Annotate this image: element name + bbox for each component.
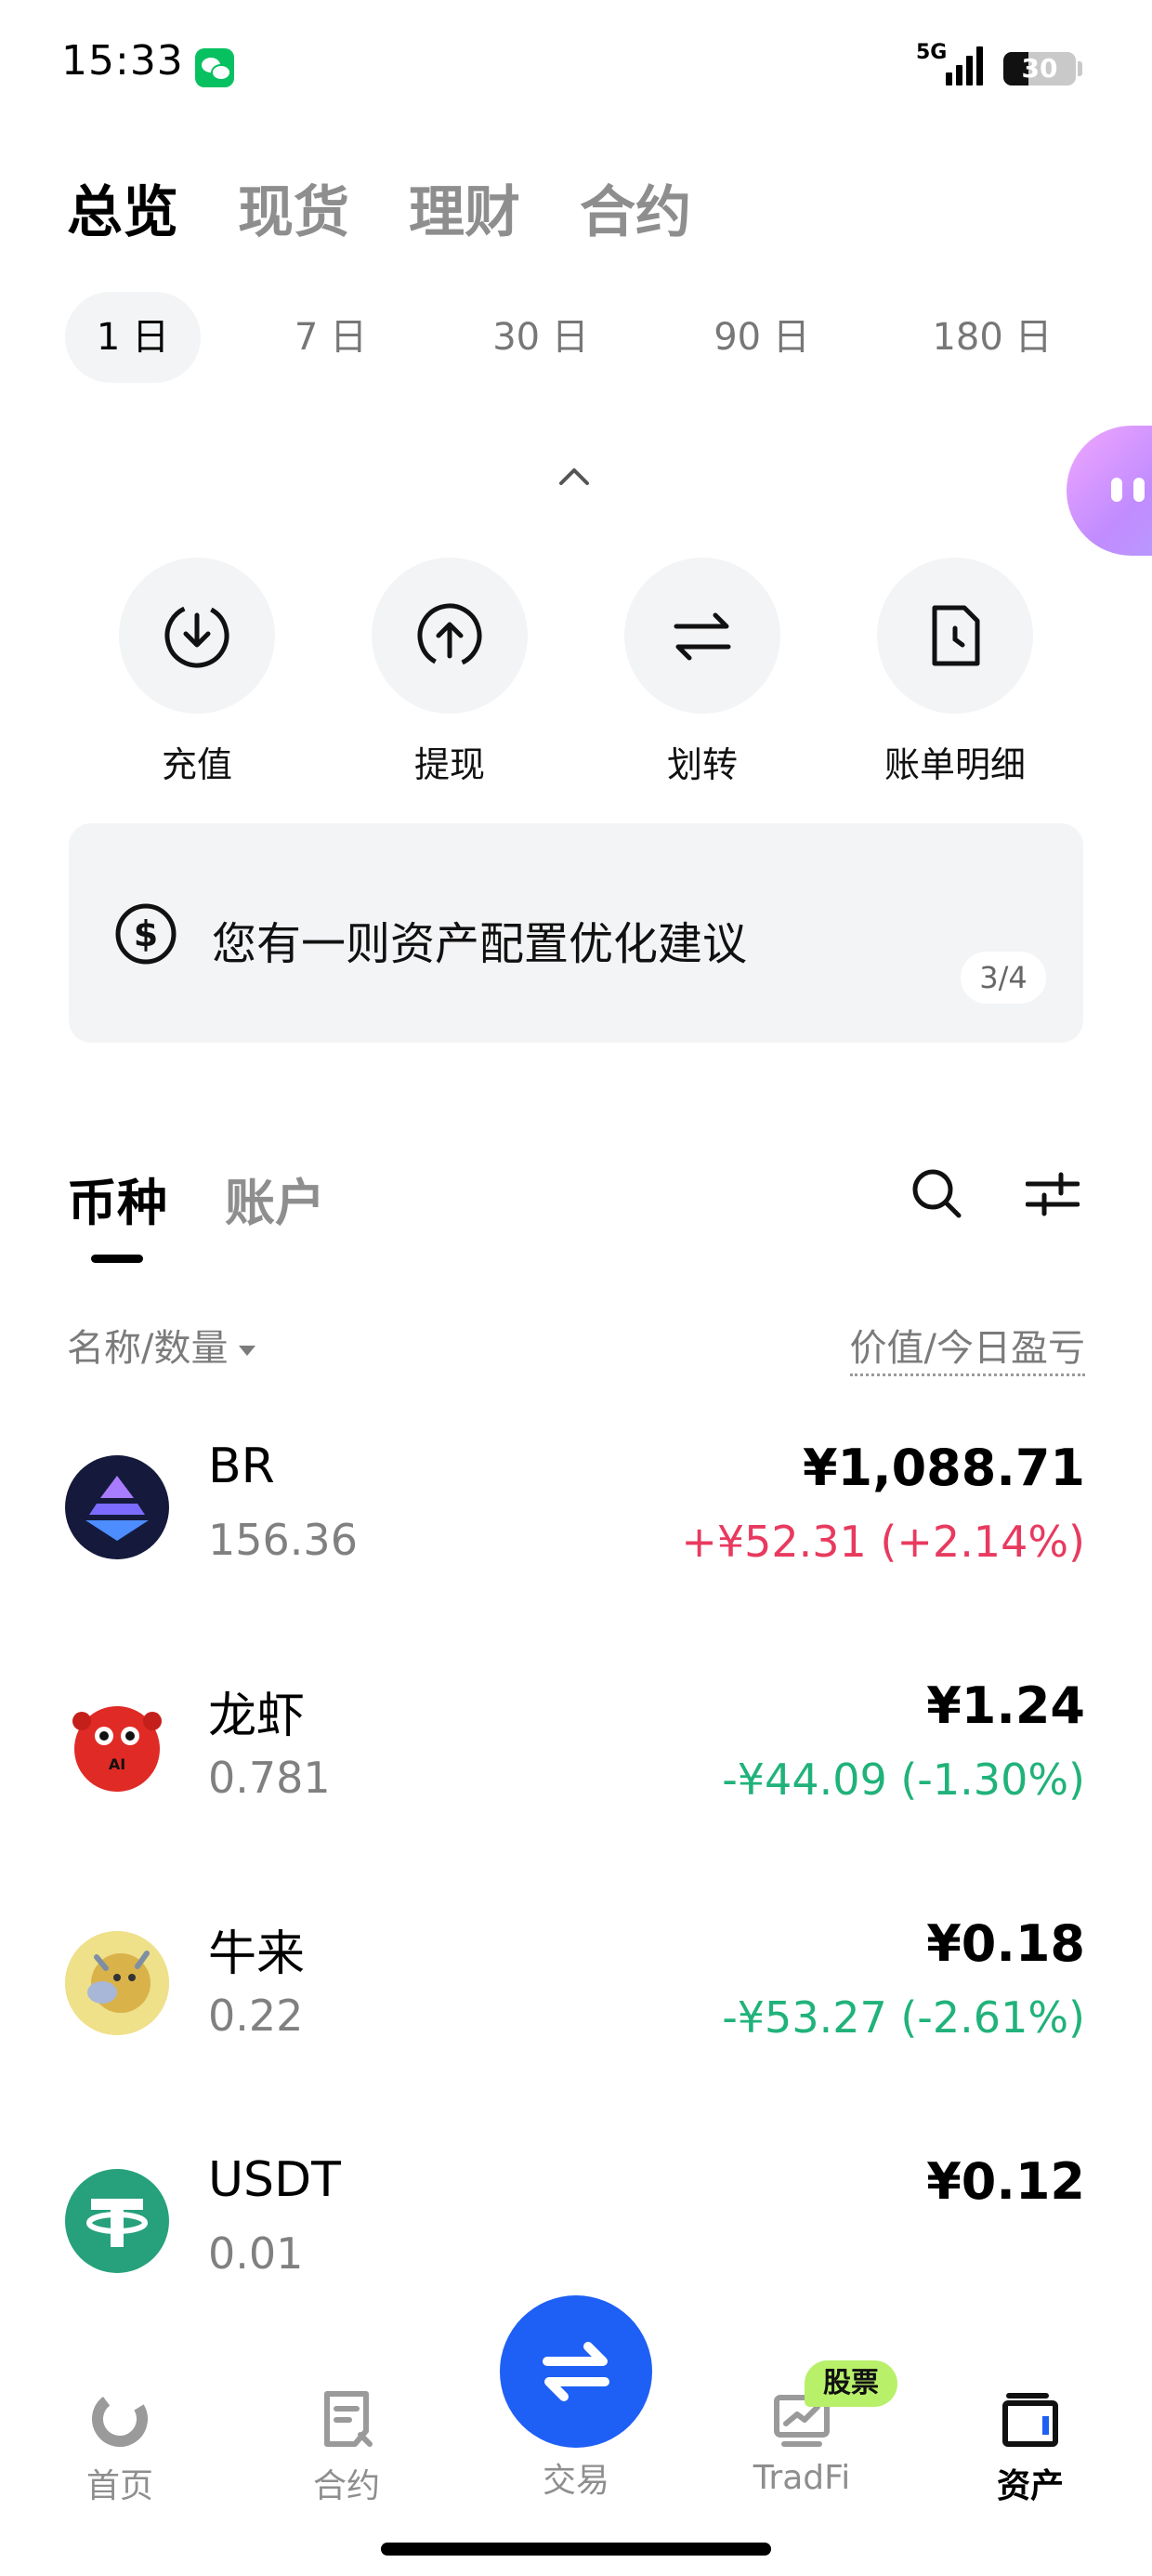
period-7d[interactable]: 7 日 <box>266 292 396 383</box>
br-logo <box>65 1455 169 1559</box>
list-item[interactable]: AI 龙虾 0.781 ¥1.24 -¥44.09 (-1.30%) <box>0 1676 1152 1844</box>
usdt-logo <box>65 2169 169 2273</box>
chevron-up-icon[interactable] <box>557 461 591 494</box>
svg-text:AI: AI <box>109 1755 125 1773</box>
caret-down-icon <box>239 1345 256 1356</box>
contract-icon <box>324 2391 373 2447</box>
coin-name: USDT <box>208 2152 341 2208</box>
trade-button[interactable] <box>500 2295 652 2448</box>
coin-quantity: 0.01 <box>208 2228 304 2279</box>
bill-details-label: 账单明细 <box>884 744 1026 785</box>
coin-quantity: 0.22 <box>208 1991 304 2041</box>
battery-tip <box>1078 61 1082 76</box>
signal-icon <box>946 46 985 85</box>
coin-quantity: 0.781 <box>208 1753 331 1803</box>
battery-icon: 30 <box>1003 52 1076 85</box>
coin-value: ¥0.18 <box>926 1914 1085 1973</box>
status-time: 15:33 <box>61 37 184 85</box>
top-tabs: 总览 现货 理财 合约 <box>67 167 691 248</box>
withdraw-label: 提现 <box>413 744 485 785</box>
coin-value: ¥1.24 <box>926 1676 1085 1735</box>
transfer-button[interactable]: 划转 <box>609 558 795 787</box>
bill-icon <box>932 605 980 666</box>
swap-icon <box>543 2342 609 2401</box>
wechat-icon <box>195 48 234 87</box>
coin-pnl: -¥53.27 (-2.61%) <box>722 1992 1085 2043</box>
sort-by-name[interactable]: 名称/数量 <box>67 1318 256 1372</box>
nav-futures[interactable]: 合约 <box>268 2388 425 2507</box>
coin-value: ¥0.12 <box>926 2152 1085 2211</box>
svg-text:$: $ <box>134 913 158 954</box>
tab-futures[interactable]: 合约 <box>580 167 691 248</box>
tab-earn[interactable]: 理财 <box>409 167 520 248</box>
coin-pnl: +¥52.31 (+2.14%) <box>681 1517 1085 1567</box>
coin-name: 龙虾 <box>208 1689 306 1744</box>
lobster-coin-icon: AI <box>72 1706 162 1792</box>
search-icon[interactable] <box>909 1165 964 1221</box>
period-180d[interactable]: 180 日 <box>907 292 1078 383</box>
nav-trade-label: 交易 <box>542 2462 609 2500</box>
bull-coin-icon <box>65 1931 169 2035</box>
nav-futures-label: 合约 <box>312 2467 380 2505</box>
banner-text: 您有一则资产配置优化建议 <box>212 918 748 970</box>
period-1d[interactable]: 1 日 <box>65 292 201 383</box>
deposit-icon <box>164 603 229 668</box>
nav-tradfi-label: TradFi <box>753 2459 851 2497</box>
bill-details-button[interactable]: 账单明细 <box>862 558 1048 787</box>
nav-home[interactable]: 首页 <box>41 2388 199 2507</box>
tab-overview[interactable]: 总览 <box>67 167 178 248</box>
br-coin-icon <box>85 1476 149 1541</box>
network-label: 5G <box>916 41 948 64</box>
transfer-icon <box>674 612 731 661</box>
asset-tabs: 币种 账户 <box>67 1162 325 1235</box>
assistant-eye-left <box>1111 478 1122 502</box>
nav-home-label: 首页 <box>85 2467 153 2505</box>
withdraw-button[interactable]: 提现 <box>357 558 543 787</box>
nav-assets-label: 资产 <box>996 2467 1064 2505</box>
list-item[interactable]: BR 156.36 ¥1,088.71 +¥52.31 (+2.14%) <box>0 1439 1152 1606</box>
advice-banner[interactable]: $ 您有一则资产配置优化建议 3/4 <box>69 823 1083 1043</box>
banner-page-indicator: 3/4 <box>961 952 1046 1004</box>
coin-pnl: -¥44.09 (-1.30%) <box>722 1755 1085 1805</box>
stock-badge: 股票 <box>805 2360 897 2407</box>
niulai-logo <box>65 1931 169 2035</box>
tab-coins[interactable]: 币种 <box>67 1162 167 1235</box>
home-icon <box>92 2391 148 2447</box>
coin-quantity: 156.36 <box>208 1515 358 1565</box>
nav-assets[interactable]: 资产 <box>951 2388 1109 2507</box>
assistant-bubble[interactable] <box>1067 426 1152 556</box>
coin-value: ¥1,088.71 <box>802 1439 1085 1497</box>
period-30d[interactable]: 30 日 <box>466 292 615 383</box>
column-value-label[interactable]: 价值/今日盈亏 <box>849 1318 1085 1376</box>
home-indicator[interactable] <box>381 2543 771 2556</box>
tether-icon <box>86 2199 148 2247</box>
withdraw-icon <box>417 603 482 668</box>
lobster-logo: AI <box>65 1693 169 1797</box>
deposit-button[interactable]: 充值 <box>104 558 290 787</box>
assistant-eye-right <box>1133 478 1145 502</box>
tab-accounts[interactable]: 账户 <box>225 1162 325 1235</box>
filter-icon[interactable] <box>1026 1169 1080 1219</box>
tab-spot[interactable]: 现货 <box>238 167 349 248</box>
active-tab-indicator <box>91 1255 143 1263</box>
column-name-label: 名称/数量 <box>67 1327 229 1370</box>
dollar-icon: $ <box>115 903 177 965</box>
wallet-icon <box>1002 2393 1058 2447</box>
coin-name: 牛来 <box>208 1926 306 1982</box>
period-90d[interactable]: 90 日 <box>687 292 836 383</box>
period-selector: 1 日 7 日 30 日 90 日 180 日 <box>65 292 1078 383</box>
list-item[interactable]: 牛来 0.22 ¥0.18 -¥53.27 (-2.61%) <box>0 1914 1152 2082</box>
deposit-label: 充值 <box>161 744 232 785</box>
transfer-label: 划转 <box>666 744 738 785</box>
battery-level: 30 <box>1021 53 1058 84</box>
coin-name: BR <box>208 1439 275 1494</box>
